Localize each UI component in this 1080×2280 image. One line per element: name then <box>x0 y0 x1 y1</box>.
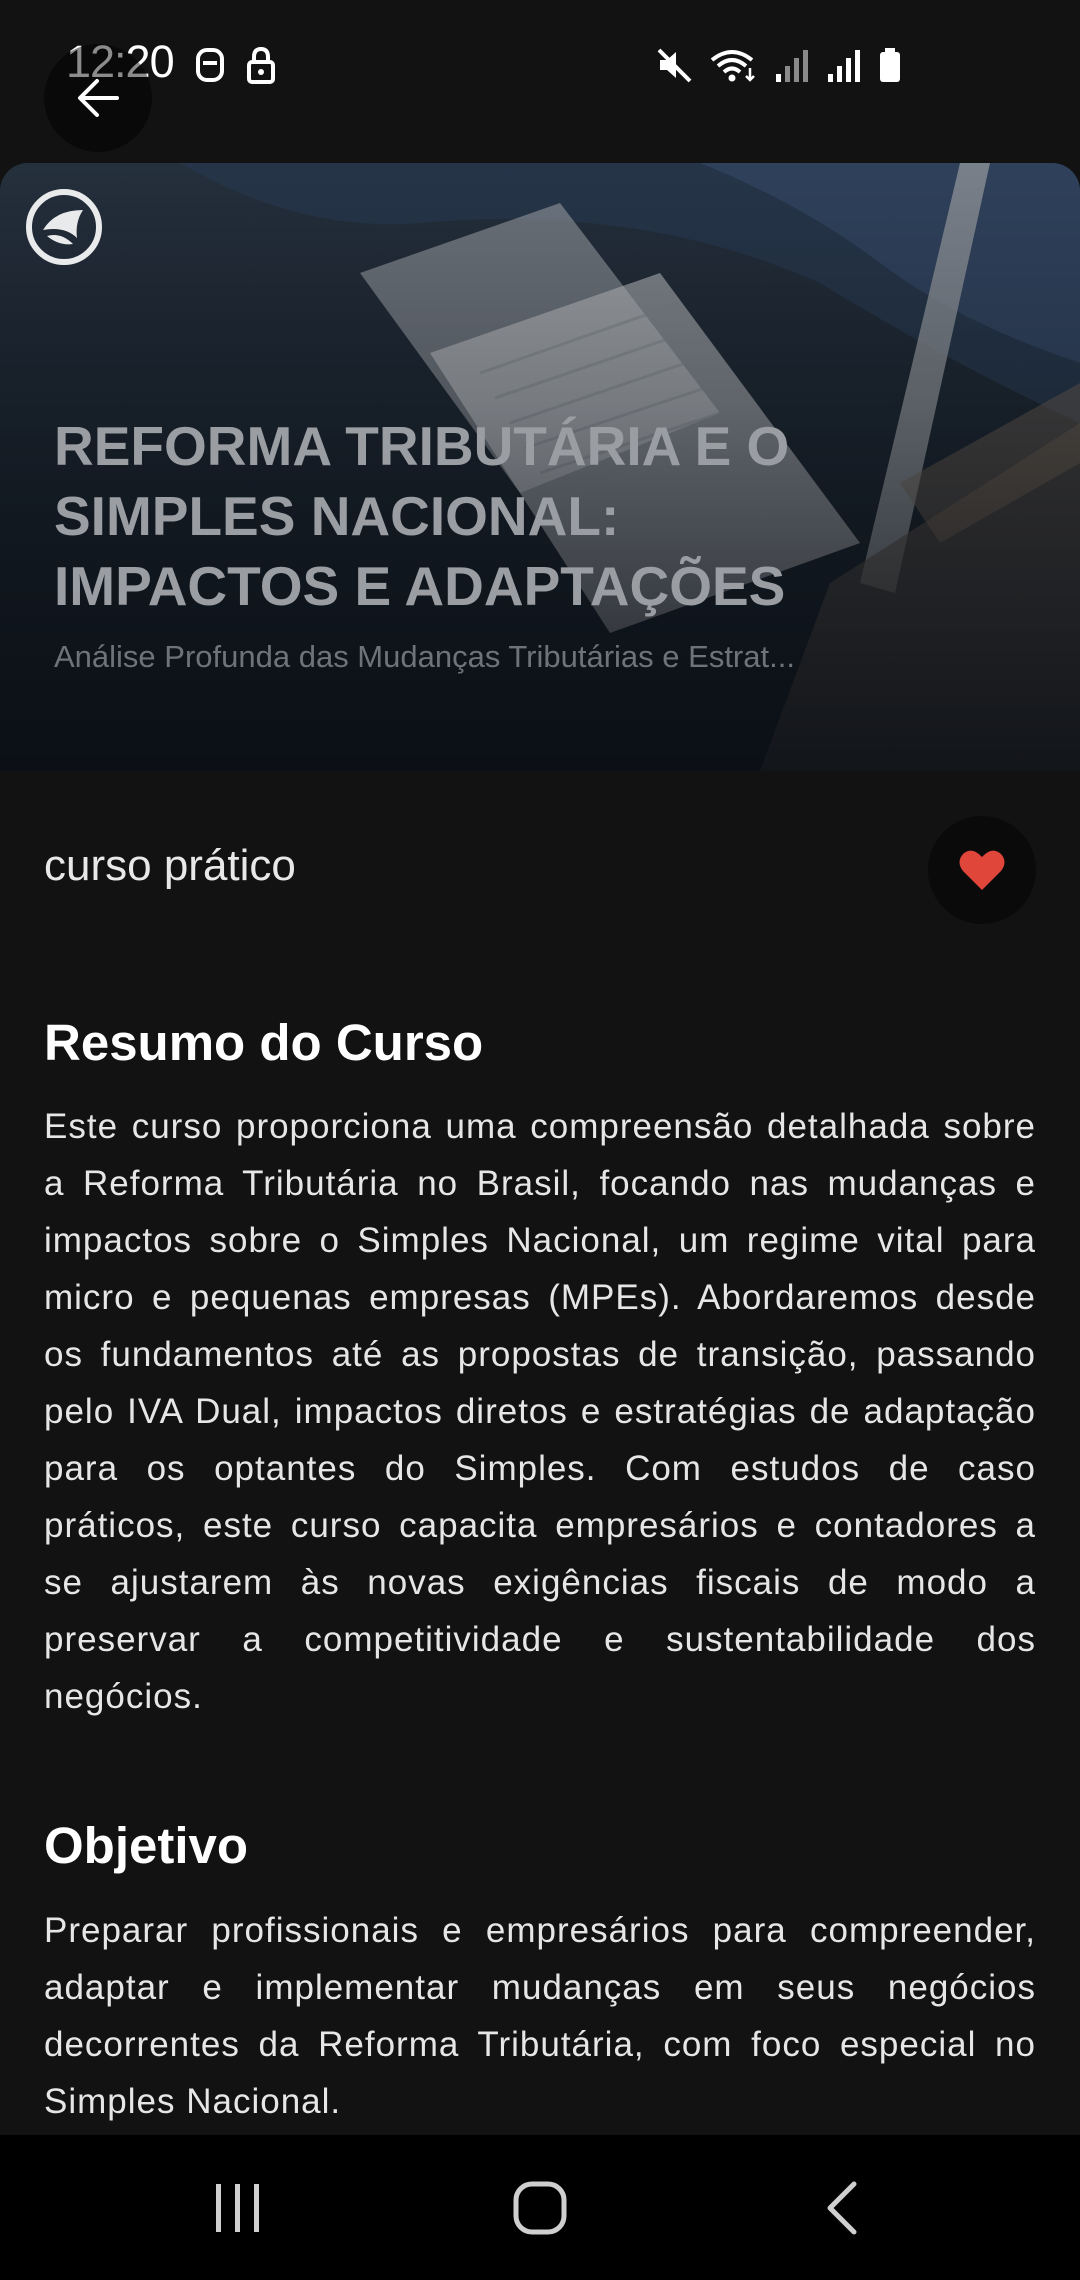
status-left-icons <box>195 46 277 84</box>
sim-card-icon <box>196 48 224 82</box>
battery-icon <box>880 48 900 82</box>
course-subtitle: Análise Profunda das Mudanças Tributária… <box>54 639 795 674</box>
course-type-label: curso prático <box>44 841 296 890</box>
course-title: REFORMA TRIBUTÁRIA E O SIMPLES NACIONAL:… <box>54 415 790 617</box>
brand-logo-icon <box>26 189 102 265</box>
recents-icon <box>216 2183 259 2232</box>
course-detail-screen: REFORMA TRIBUTÁRIA E O SIMPLES NACIONAL:… <box>0 0 1080 2280</box>
system-navigation-bar <box>0 2135 1080 2280</box>
objective-text: Preparar profissionais e empresários par… <box>44 1911 1036 2121</box>
home-icon <box>513 2181 567 2234</box>
heart-icon <box>959 850 1005 890</box>
wifi-icon <box>710 50 755 82</box>
summary-title: Resumo do Curso <box>44 1014 484 1071</box>
chevron-left-icon <box>827 2181 857 2234</box>
hero-banner: REFORMA TRIBUTÁRIA E O SIMPLES NACIONAL:… <box>0 163 1080 771</box>
lock-icon <box>247 46 275 84</box>
mute-icon <box>657 48 692 83</box>
summary-text: Este curso proporciona uma compreensão d… <box>44 1107 1036 1716</box>
nav-recents-button[interactable] <box>158 2135 318 2280</box>
signal-icon-2 <box>828 50 860 82</box>
status-right-icons <box>656 46 902 84</box>
objective-title: Objetivo <box>44 1817 249 1874</box>
back-button[interactable] <box>44 44 152 152</box>
arrow-left-icon <box>78 79 119 117</box>
status-bar: 12:20 <box>0 0 1080 140</box>
nav-back-button[interactable] <box>762 2135 922 2280</box>
favorite-button[interactable] <box>928 816 1036 924</box>
signal-icon-1 <box>776 50 808 82</box>
nav-home-button[interactable] <box>460 2135 620 2280</box>
